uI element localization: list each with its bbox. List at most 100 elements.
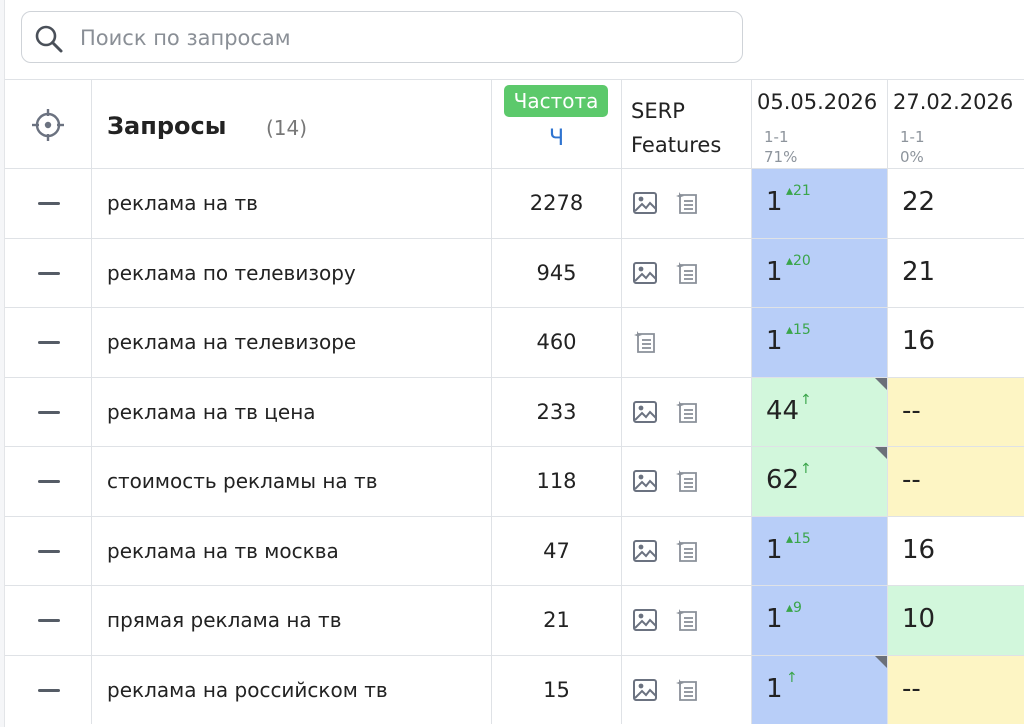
- query-text[interactable]: реклама на тв москва: [107, 539, 339, 563]
- position-change: ↑: [800, 391, 812, 408]
- position-cell-date-1[interactable]: 44 ↑: [752, 377, 888, 446]
- featured-snippet-icon[interactable]: [674, 190, 700, 220]
- position-cell-date-2[interactable]: --: [888, 377, 1024, 446]
- note-corner-icon[interactable]: [875, 447, 887, 459]
- position-cell-date-2[interactable]: 16: [888, 308, 1024, 377]
- frequency-cell: 15: [492, 655, 622, 724]
- row-toggle-cell[interactable]: [5, 516, 92, 585]
- table-row[interactable]: реклама на телевизоре 460 1 ▴15 16: [5, 307, 1024, 377]
- minus-icon[interactable]: [38, 271, 60, 275]
- image-icon[interactable]: [632, 677, 658, 707]
- date-2-range: 1-1: [900, 128, 925, 146]
- table-row[interactable]: реклама на тв москва 47 1 ▴15 16: [5, 515, 1024, 586]
- note-corner-icon[interactable]: [875, 377, 887, 390]
- row-toggle-cell[interactable]: [5, 447, 92, 516]
- table-row[interactable]: реклама по телевизору 945 1 ▴20 21: [5, 237, 1024, 308]
- position-cell-date-1[interactable]: 1 ▴20: [752, 238, 888, 307]
- featured-snippet-icon[interactable]: [674, 399, 700, 429]
- query-text[interactable]: реклама на телевизоре: [107, 330, 356, 354]
- position-change: ▴15: [786, 322, 811, 338]
- image-icon[interactable]: [632, 399, 658, 429]
- position-cell-date-2[interactable]: --: [888, 447, 1024, 516]
- query-cell[interactable]: прямая реклама на тв: [92, 586, 492, 655]
- position-cell-date-2[interactable]: 21: [888, 239, 1024, 308]
- position-cell-date-1[interactable]: 1 ▴15: [752, 516, 888, 585]
- minus-icon[interactable]: [38, 480, 60, 483]
- crosshair-icon[interactable]: [31, 108, 65, 142]
- frequency-badge[interactable]: Частота: [504, 85, 608, 117]
- position-cell-date-1[interactable]: 62 ↑: [752, 447, 888, 516]
- position-cell-date-2[interactable]: 10: [888, 586, 1024, 655]
- query-cell[interactable]: реклама на тв цена: [92, 377, 492, 446]
- table-row[interactable]: прямая реклама на тв 21 1 ▴9 10: [5, 585, 1024, 655]
- table-row[interactable]: реклама на тв цена 233 44 ↑ --: [5, 376, 1024, 446]
- frequency-value: 15: [543, 677, 570, 702]
- table-row[interactable]: реклама на российском тв 15 1 ↑ --: [5, 654, 1024, 724]
- query-cell[interactable]: реклама на российском тв: [92, 655, 492, 724]
- minus-icon[interactable]: [38, 619, 60, 622]
- featured-snippet-icon[interactable]: [674, 538, 700, 568]
- query-text[interactable]: реклама на российском тв: [107, 678, 388, 702]
- position-value: 44: [766, 395, 800, 426]
- serp-features-title: SERP Features: [631, 94, 721, 162]
- featured-snippet-icon[interactable]: [674, 260, 700, 290]
- row-toggle-cell[interactable]: [5, 308, 92, 377]
- frequency-cell: 118: [492, 447, 622, 516]
- row-toggle-cell[interactable]: [5, 169, 92, 238]
- queries-table: Запросы (14) Частота Ч SERP Features 05.…: [5, 79, 1024, 724]
- position-value: 1: [766, 673, 783, 704]
- position-cell-date-1[interactable]: 1 ↑: [752, 655, 888, 724]
- note-corner-icon[interactable]: [875, 655, 887, 668]
- queries-title: Запросы: [107, 112, 227, 140]
- query-cell[interactable]: реклама по телевизору: [92, 238, 492, 307]
- query-text[interactable]: реклама по телевизору: [107, 261, 356, 285]
- image-icon[interactable]: [632, 538, 658, 568]
- query-text[interactable]: прямая реклама на тв: [107, 608, 341, 632]
- query-cell[interactable]: реклама на тв москва: [92, 516, 492, 585]
- featured-snippet-icon[interactable]: [674, 607, 700, 637]
- position-cell-date-1[interactable]: 1 ▴9: [752, 586, 888, 655]
- position-value: 1: [766, 326, 783, 356]
- header-date-1[interactable]: 05.05.2026 1-1 71%: [752, 80, 888, 168]
- position-cell-date-1[interactable]: 1 ▴15: [752, 308, 888, 377]
- row-toggle-cell[interactable]: [5, 238, 92, 307]
- header-target-cell[interactable]: [5, 80, 92, 168]
- query-text[interactable]: реклама на тв цена: [107, 400, 316, 424]
- position-cell-date-1[interactable]: 1 ▴21: [752, 169, 888, 238]
- header-frequency[interactable]: Частота Ч: [492, 80, 622, 168]
- position-cell-date-2[interactable]: 16: [888, 517, 1024, 586]
- row-toggle-cell[interactable]: [5, 655, 92, 724]
- date-2-percent: 0%: [900, 148, 924, 166]
- image-icon[interactable]: [632, 468, 658, 498]
- search-input[interactable]: [78, 21, 722, 55]
- position-cell-date-2[interactable]: --: [888, 655, 1024, 724]
- minus-icon[interactable]: [38, 688, 60, 692]
- minus-icon[interactable]: [38, 341, 60, 344]
- frequency-type-link[interactable]: Ч: [492, 126, 621, 151]
- search-box[interactable]: [21, 11, 743, 63]
- image-icon[interactable]: [632, 607, 658, 637]
- query-cell[interactable]: реклама на тв: [92, 169, 492, 238]
- header-queries[interactable]: Запросы (14): [92, 80, 492, 168]
- featured-snippet-icon[interactable]: [632, 329, 658, 359]
- position-value: 1: [766, 604, 783, 634]
- minus-icon[interactable]: [38, 410, 60, 414]
- query-text[interactable]: реклама на тв: [107, 191, 258, 215]
- query-cell[interactable]: реклама на телевизоре: [92, 308, 492, 377]
- featured-snippet-icon[interactable]: [674, 468, 700, 498]
- header-date-2[interactable]: 27.02.2026 1-1 0%: [888, 80, 1024, 168]
- position-change: ▴20: [786, 252, 811, 269]
- minus-icon[interactable]: [38, 202, 60, 205]
- row-toggle-cell[interactable]: [5, 377, 92, 446]
- serp-features-cell: [622, 238, 752, 307]
- minus-icon[interactable]: [38, 549, 60, 553]
- image-icon[interactable]: [632, 190, 658, 220]
- query-text[interactable]: стоимость рекламы на тв: [107, 469, 377, 493]
- featured-snippet-icon[interactable]: [674, 677, 700, 707]
- query-cell[interactable]: стоимость рекламы на тв: [92, 447, 492, 516]
- row-toggle-cell[interactable]: [5, 586, 92, 655]
- position-cell-date-2[interactable]: 22: [888, 169, 1024, 238]
- image-icon[interactable]: [632, 260, 658, 290]
- table-row[interactable]: стоимость рекламы на тв 118 62 ↑ --: [5, 446, 1024, 516]
- table-row[interactable]: реклама на тв 2278 1 ▴21 22: [5, 168, 1024, 238]
